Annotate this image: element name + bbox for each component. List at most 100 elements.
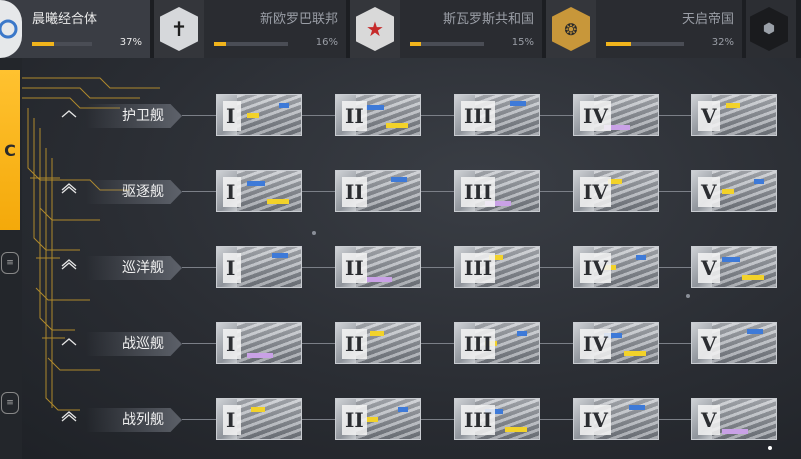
ship-accent bbox=[247, 353, 273, 358]
ship-accent bbox=[370, 331, 384, 336]
faction-percent: 32% bbox=[711, 37, 734, 48]
faction-progress bbox=[410, 42, 484, 46]
ship-accent bbox=[517, 331, 527, 336]
ship-tier-card[interactable]: V bbox=[691, 170, 777, 212]
ship-tier-card[interactable]: I bbox=[216, 398, 302, 440]
ship-accent bbox=[726, 103, 740, 108]
chevron-3-icon bbox=[60, 258, 78, 272]
tier-numeral: V bbox=[698, 329, 720, 359]
circle-logo-icon bbox=[0, 0, 22, 58]
ship-class-label[interactable]: 巡洋舰 bbox=[86, 256, 182, 280]
tier-connector bbox=[421, 115, 454, 116]
faction-tab-3[interactable]: ★ 斯瓦罗斯共和国 15% bbox=[350, 0, 542, 58]
gold-circles-icon: ❂ bbox=[546, 0, 596, 58]
faction-tab-4[interactable]: ❂ 天启帝国 32% bbox=[546, 0, 742, 58]
tier-connector bbox=[659, 343, 691, 344]
faction-name: 天启帝国 bbox=[681, 12, 734, 27]
ship-class-label[interactable]: 驱逐舰 bbox=[86, 180, 182, 204]
tier-connector bbox=[540, 419, 573, 420]
faction-name: 晨曦经合体 bbox=[32, 12, 98, 27]
tier-numeral: II bbox=[342, 253, 367, 283]
ship-tier-card[interactable]: I bbox=[216, 246, 302, 288]
ship-accent bbox=[754, 179, 764, 184]
ship-class-label[interactable]: 护卫舰 bbox=[86, 104, 182, 128]
ship-tier-card[interactable]: IV bbox=[573, 170, 659, 212]
ship-class-label[interactable]: 战巡舰 bbox=[86, 332, 182, 356]
ship-tier-card[interactable]: I bbox=[216, 322, 302, 364]
arch-icon bbox=[60, 334, 78, 348]
faction-tab-2[interactable]: ✝ 新欧罗巴联邦 16% bbox=[154, 0, 346, 58]
ship-tier-card[interactable]: V bbox=[691, 246, 777, 288]
tier-numeral: III bbox=[461, 253, 496, 283]
tier-connector bbox=[421, 267, 454, 268]
ship-accent bbox=[279, 103, 289, 108]
ship-tier-card[interactable]: II bbox=[335, 398, 421, 440]
tier-numeral: IV bbox=[580, 101, 611, 131]
tier-numeral: III bbox=[461, 177, 496, 207]
faction-tab-5[interactable]: ⬢ bbox=[746, 0, 796, 58]
ship-class-row: 战列舰 I II III IV V bbox=[0, 396, 801, 442]
ship-tier-card[interactable]: IV bbox=[573, 322, 659, 364]
ship-tier-card[interactable]: III bbox=[454, 94, 540, 136]
faction-progress bbox=[606, 42, 684, 46]
tier-numeral: I bbox=[223, 405, 241, 435]
ship-tier-card[interactable]: V bbox=[691, 398, 777, 440]
ship-tier-card[interactable]: III bbox=[454, 246, 540, 288]
ship-tier-card[interactable]: II bbox=[335, 246, 421, 288]
tier-numeral: III bbox=[461, 405, 496, 435]
ship-class-label[interactable]: 战列舰 bbox=[86, 408, 182, 432]
cross-shield-icon: ✝ bbox=[154, 0, 204, 58]
ship-artwork bbox=[237, 247, 301, 287]
ship-tier-card[interactable]: IV bbox=[573, 246, 659, 288]
tier-connector bbox=[421, 191, 454, 192]
ship-artwork bbox=[712, 95, 776, 135]
tier-connector bbox=[540, 343, 573, 344]
tier-numeral: IV bbox=[580, 253, 611, 283]
ship-class-row: 驱逐舰 I II III IV V bbox=[0, 168, 801, 214]
ship-artwork bbox=[237, 171, 301, 211]
ship-accent bbox=[747, 329, 763, 334]
ship-accent bbox=[398, 407, 408, 412]
ship-tier-card[interactable]: I bbox=[216, 170, 302, 212]
tier-connector bbox=[182, 419, 216, 420]
ship-class-row: 护卫舰 I II III IV V bbox=[0, 92, 801, 138]
ship-tier-card[interactable]: II bbox=[335, 94, 421, 136]
hex-cube-icon: ⬢ bbox=[746, 0, 792, 58]
ship-accent bbox=[366, 417, 378, 422]
tier-numeral: II bbox=[342, 101, 367, 131]
tier-connector bbox=[182, 267, 216, 268]
ship-tier-card[interactable]: III bbox=[454, 398, 540, 440]
faction-name: 新欧罗巴联邦 bbox=[259, 12, 338, 27]
tier-connector bbox=[302, 343, 335, 344]
tier-numeral: II bbox=[342, 405, 367, 435]
tier-connector bbox=[659, 115, 691, 116]
tier-connector bbox=[659, 267, 691, 268]
ship-tier-card[interactable]: V bbox=[691, 94, 777, 136]
chevron-1-icon bbox=[60, 106, 78, 120]
ship-tier-card[interactable]: IV bbox=[573, 398, 659, 440]
faction-tab-1[interactable]: 晨曦经合体 37% bbox=[0, 0, 150, 58]
ship-tier-card[interactable]: III bbox=[454, 322, 540, 364]
ship-tier-card[interactable]: V bbox=[691, 322, 777, 364]
ship-tier-card[interactable]: III bbox=[454, 170, 540, 212]
ship-accent bbox=[722, 189, 734, 194]
tier-connector bbox=[302, 115, 335, 116]
tier-numeral: V bbox=[698, 177, 720, 207]
faction-name: 斯瓦罗斯共和国 bbox=[442, 12, 534, 27]
faction-progress bbox=[214, 42, 288, 46]
ship-artwork bbox=[237, 399, 301, 439]
tier-numeral: I bbox=[223, 329, 241, 359]
ship-accent bbox=[510, 101, 526, 106]
double-arch-icon bbox=[60, 410, 78, 424]
ship-tier-card[interactable]: I bbox=[216, 94, 302, 136]
ship-tier-card[interactable]: II bbox=[335, 322, 421, 364]
tier-connector bbox=[540, 115, 573, 116]
tier-connector bbox=[659, 419, 691, 420]
ship-tier-card[interactable]: IV bbox=[573, 94, 659, 136]
ship-accent bbox=[624, 351, 646, 356]
ship-accent bbox=[247, 181, 265, 186]
ship-tier-card[interactable]: II bbox=[335, 170, 421, 212]
tier-numeral: II bbox=[342, 329, 367, 359]
tier-numeral: III bbox=[461, 329, 496, 359]
ship-accent bbox=[636, 255, 646, 260]
